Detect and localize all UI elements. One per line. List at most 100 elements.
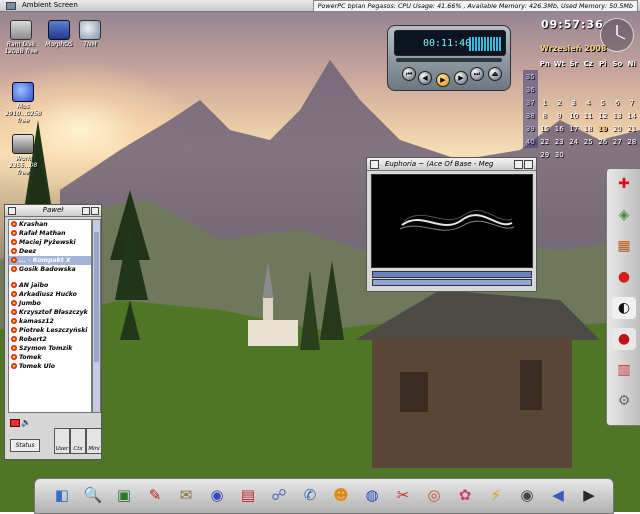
- finder-icon[interactable]: ◧: [49, 482, 75, 508]
- close-icon[interactable]: [370, 160, 379, 169]
- pdf-icon[interactable]: ✎: [142, 482, 168, 508]
- play-icon[interactable]: ▶: [436, 73, 450, 87]
- paint-icon[interactable]: ✿: [452, 482, 478, 508]
- contact-row[interactable]: ... - Kompakt X: [9, 256, 91, 265]
- contact-row[interactable]: AN jaibo: [9, 281, 91, 290]
- buddy-titlebar[interactable]: Paweł: [5, 205, 101, 217]
- contact-row[interactable]: Krzysztof Błaszczyk: [9, 308, 91, 317]
- contact-row[interactable]: Tomek: [9, 353, 91, 362]
- calendar-icon[interactable]: ▤: [235, 482, 261, 508]
- mail-icon[interactable]: [10, 419, 20, 427]
- contact-row[interactable]: Szymon Tomzik: [9, 344, 91, 353]
- calendar-day[interactable]: 26: [596, 135, 611, 148]
- desktop-icon-ram-disk[interactable]: Ram Disk 1208B free: [4, 20, 38, 55]
- editor-icon[interactable]: ✉: [173, 482, 199, 508]
- contact-row[interactable]: Maciej Pyżewski: [9, 238, 91, 247]
- calendar-day[interactable]: 25: [581, 135, 596, 148]
- euphoria-window[interactable]: Euphoria ~ (Ace Of Base - Meg: [366, 157, 537, 292]
- chart-icon[interactable]: ▥: [612, 359, 636, 381]
- dvd-icon[interactable]: ◉: [514, 482, 540, 508]
- calendar-day[interactable]: 18: [581, 122, 596, 135]
- desktop-icon-tnm[interactable]: TNM: [78, 20, 102, 48]
- buddy-icon[interactable]: ☻: [328, 482, 354, 508]
- euphoria-titlebar[interactable]: Euphoria ~ (Ace Of Base - Meg: [367, 158, 536, 171]
- desktop-icon-morphos[interactable]: MorphOS: [44, 20, 74, 48]
- calendar-day[interactable]: 7: [625, 96, 640, 109]
- contact-list[interactable]: Krashan Rafał Mathan Maciej Pyżewski Deez..…: [8, 219, 92, 413]
- mouse-icon[interactable]: ●: [612, 266, 636, 288]
- zoom-icon[interactable]: [82, 207, 90, 215]
- screen-depth-gadget-icon[interactable]: [6, 2, 16, 10]
- calendar-day[interactable]: 9: [552, 109, 567, 122]
- calendar-day[interactable]: 27: [610, 135, 625, 148]
- game-icon[interactable]: ▦: [612, 235, 636, 257]
- forward-icon[interactable]: ▶: [454, 71, 468, 85]
- close-icon[interactable]: [8, 207, 16, 215]
- contact-row[interactable]: Rafał Mathan: [9, 229, 91, 238]
- top-menubar[interactable]: Ambient Screen PowerPC bplan Pegasos: CP…: [0, 0, 640, 12]
- desktop-icon-work[interactable]: Work 2355...08 free: [2, 134, 44, 176]
- mplayer-logo-icon[interactable]: ▶: [576, 482, 602, 508]
- calendar-day[interactable]: 6: [610, 96, 625, 109]
- calendar-day[interactable]: 30: [552, 148, 567, 161]
- depth-icon[interactable]: [91, 207, 99, 215]
- mplayer-icon[interactable]: ◎: [421, 482, 447, 508]
- desktop-icon-mos[interactable]: Mos 2910...0258 free: [2, 82, 44, 124]
- calendar-day[interactable]: 3: [567, 96, 582, 109]
- sound-icon[interactable]: ◀: [545, 482, 571, 508]
- next-icon[interactable]: ⏭: [470, 67, 484, 81]
- calendar-day[interactable]: 5: [596, 96, 611, 109]
- calendar-day[interactable]: 21: [625, 122, 640, 135]
- calendar-day[interactable]: 1: [538, 96, 553, 109]
- contact-row[interactable]: Arkadiusz Hućko: [9, 290, 91, 299]
- calendar-day[interactable]: 29: [538, 148, 553, 161]
- calendar-day[interactable]: 17: [567, 122, 582, 135]
- calendar-day[interactable]: 23: [552, 135, 567, 148]
- chat-icon[interactable]: ✆: [297, 482, 323, 508]
- euphoria-volume-bar[interactable]: [372, 279, 532, 286]
- calendar-day[interactable]: 22: [538, 135, 553, 148]
- calendar-day[interactable]: 10: [567, 109, 582, 122]
- status-button[interactable]: Status: [10, 439, 40, 452]
- calendar-day[interactable]: 4: [581, 96, 596, 109]
- contact-row[interactable]: Jumbo: [9, 299, 91, 308]
- calendar-day[interactable]: 14: [625, 109, 640, 122]
- seek-bar[interactable]: [396, 58, 502, 62]
- tools-icon[interactable]: ⚙: [612, 390, 636, 412]
- previous-icon[interactable]: ⏮: [402, 67, 416, 81]
- yinyang-icon[interactable]: ◐: [612, 297, 636, 319]
- calendar-day[interactable]: 28: [625, 135, 640, 148]
- mini-button[interactable]: Mini: [86, 428, 102, 454]
- calendar-day[interactable]: 24: [567, 135, 582, 148]
- depth-icon[interactable]: [524, 160, 533, 169]
- record-icon[interactable]: ●: [612, 328, 636, 350]
- media-player-window[interactable]: 00:11:40 ⏮ ◀ ▶ ▶ ⏭ ⏏: [387, 25, 511, 91]
- zoom-icon[interactable]: [514, 160, 523, 169]
- user-button[interactable]: User: [54, 428, 70, 454]
- calendar-day[interactable]: 16: [552, 122, 567, 135]
- quake-icon[interactable]: ◈: [612, 204, 636, 226]
- rewind-icon[interactable]: ◀: [418, 71, 432, 85]
- calendar-day[interactable]: 20: [610, 122, 625, 135]
- lightning-icon[interactable]: ⚡: [483, 482, 509, 508]
- ctx-button[interactable]: Ctx: [70, 428, 86, 454]
- monitor-icon[interactable]: ▣: [111, 482, 137, 508]
- contact-list-scrollbar[interactable]: [92, 219, 101, 413]
- contact-row[interactable]: Krashan: [9, 220, 91, 229]
- calendar-day[interactable]: 11: [581, 109, 596, 122]
- clipboard-icon[interactable]: ✂: [390, 482, 416, 508]
- contact-row[interactable]: Deez: [9, 247, 91, 256]
- contact-row[interactable]: Robert2: [9, 335, 91, 344]
- calendar-day[interactable]: 15: [538, 122, 553, 135]
- calendar-day[interactable]: 8: [538, 109, 553, 122]
- calendar-day[interactable]: 19: [596, 122, 611, 135]
- scrollbar-thumb[interactable]: [94, 232, 99, 362]
- globe-icon[interactable]: ◍: [359, 482, 385, 508]
- contact-row[interactable]: kamasz12: [9, 317, 91, 326]
- sound-icon[interactable]: 🔈: [21, 418, 31, 427]
- search-icon[interactable]: 🔍: [80, 482, 106, 508]
- network-icon[interactable]: ☍: [266, 482, 292, 508]
- contact-row[interactable]: Tomek Ulo: [9, 362, 91, 371]
- calendar-day[interactable]: 12: [596, 109, 611, 122]
- eject-icon[interactable]: ⏏: [488, 67, 502, 81]
